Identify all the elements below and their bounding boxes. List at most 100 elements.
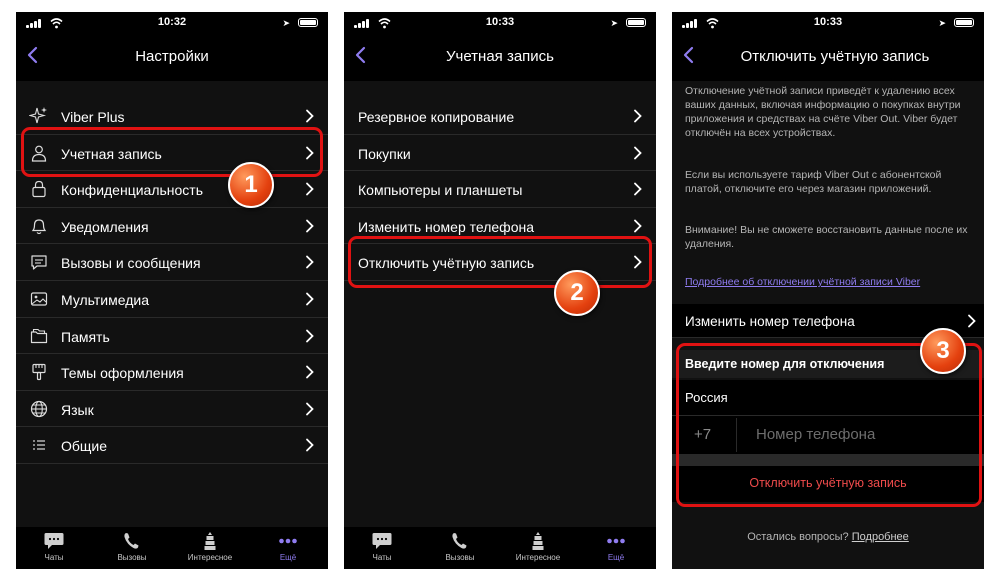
photo-icon — [30, 292, 48, 306]
settings-item-label: Мультимедиа — [61, 291, 149, 308]
chevron-right-icon — [306, 365, 314, 379]
screen-account: 10:33 ➤ Учетная запись Резервное копиров… — [344, 12, 656, 569]
tab-label: Интересное — [515, 553, 561, 562]
sparkle-icon — [29, 107, 47, 124]
chevron-right-icon — [306, 292, 314, 306]
tab-label: Вызовы — [445, 553, 475, 562]
tab-label: Ещё — [607, 553, 625, 562]
status-time: 10:32 — [157, 16, 187, 28]
step-badge-3: 3 — [920, 328, 966, 374]
tab-bar: Чаты Вызовы Интересное Ещё — [344, 527, 656, 569]
account-item-label: Изменить номер телефона — [358, 218, 534, 235]
account-item-label: Компьютеры и планшеты — [358, 182, 523, 199]
page-title: Отключить учётную запись — [740, 48, 930, 65]
settings-item-label: Уведомления — [61, 218, 149, 235]
settings-item-language[interactable]: Язык — [16, 391, 328, 428]
tab-chats[interactable]: Чаты — [24, 531, 84, 562]
account-item-label: Резервное копирование — [358, 109, 515, 125]
tab-bar: Чаты Вызовы Интересное Ещё — [16, 527, 328, 569]
change-number-label: Изменить номер телефона — [685, 314, 855, 329]
location-icon: ➤ — [282, 18, 290, 28]
chevron-right-icon — [634, 146, 642, 159]
settings-item-label: Память — [61, 328, 110, 345]
tab-chats[interactable]: Чаты — [352, 531, 412, 562]
tab-label: Интересное — [187, 553, 233, 562]
battery-icon — [954, 18, 974, 27]
phone-icon — [124, 533, 139, 549]
nav-bar: Учетная запись — [344, 34, 656, 81]
back-icon[interactable] — [22, 44, 44, 66]
status-time: 10:33 — [485, 16, 515, 28]
account-item-devices[interactable]: Компьютеры и планшеты — [344, 171, 656, 208]
settings-item-calls-messages[interactable]: Вызовы и сообщения — [16, 244, 328, 281]
chevron-right-icon — [634, 219, 642, 233]
battery-icon — [626, 18, 646, 27]
back-icon[interactable] — [350, 44, 372, 66]
questions-more-link[interactable]: Подробнее — [852, 531, 909, 543]
tab-explore[interactable]: Интересное — [180, 531, 240, 562]
settings-item-label: Вызовы и сообщения — [61, 255, 201, 272]
list-icon — [33, 440, 45, 451]
nav-bar: Настройки — [16, 34, 328, 81]
account-item-backup[interactable]: Резервное копирование — [344, 98, 656, 135]
questions-text: Остались вопросы? — [747, 531, 849, 543]
account-item-purchases[interactable]: Покупки — [344, 135, 656, 172]
settings-item-storage[interactable]: Память — [16, 318, 328, 355]
chevron-right-icon — [306, 219, 314, 233]
step-badge-1: 1 — [228, 162, 274, 208]
explore-icon — [204, 532, 216, 550]
status-bar: 10:33 ➤ — [344, 12, 656, 34]
lock-icon — [32, 181, 46, 198]
settings-item-label: Общие — [61, 438, 108, 455]
chevron-right-icon — [306, 329, 314, 342]
chevron-right-icon — [306, 109, 314, 123]
settings-item-label: Viber Plus — [61, 109, 125, 125]
tab-label: Вызовы — [117, 553, 147, 562]
status-time: 10:33 — [813, 16, 843, 28]
more-dots-icon — [607, 538, 625, 544]
chat-icon — [31, 255, 47, 270]
tab-label: Ещё — [279, 553, 297, 562]
settings-item-general[interactable]: Общие — [16, 427, 328, 464]
warning-paragraph-2: Если вы используете тариф Viber Out с аб… — [685, 169, 942, 195]
globe-icon — [30, 400, 48, 417]
chat-bubble-icon — [372, 533, 392, 549]
phone-icon — [452, 533, 467, 549]
tab-explore[interactable]: Интересное — [508, 531, 568, 562]
step-badge-2: 2 — [554, 270, 600, 316]
settings-item-notifications[interactable]: Уведомления — [16, 208, 328, 245]
account-item-label: Покупки — [358, 145, 411, 162]
tab-calls[interactable]: Вызовы — [430, 531, 490, 562]
brush-icon — [32, 364, 46, 381]
questions-footer: Остались вопросы? Подробнее — [672, 531, 984, 543]
chevron-right-icon — [306, 402, 314, 416]
highlight-frame-2 — [348, 236, 652, 288]
chevron-right-icon — [634, 182, 642, 196]
bell-icon — [31, 219, 47, 234]
nav-bar: Отключить учётную запись — [672, 34, 984, 81]
chevron-right-icon — [306, 438, 314, 452]
learn-more-link[interactable]: Подробнее об отключении учётной записи V… — [685, 276, 920, 288]
warning-paragraph-3: Внимание! Вы не сможете восстановить дан… — [685, 224, 968, 250]
tab-more[interactable]: Ещё — [258, 531, 318, 562]
explore-icon — [532, 532, 544, 550]
settings-item-multimedia[interactable]: Мультимедиа — [16, 281, 328, 318]
status-bar: 10:33 ➤ — [672, 12, 984, 34]
chevron-right-icon — [306, 255, 314, 269]
tab-more[interactable]: Ещё — [586, 531, 646, 562]
tab-calls[interactable]: Вызовы — [102, 531, 162, 562]
screen-settings: 10:32 ➤ Настройки Viber Plus Учетная зап… — [16, 12, 328, 569]
chevron-right-icon — [306, 182, 314, 196]
chevron-right-icon — [634, 109, 642, 123]
more-dots-icon — [279, 538, 297, 544]
chat-bubble-icon — [44, 533, 64, 549]
highlight-frame-1 — [21, 127, 323, 177]
location-icon: ➤ — [938, 18, 946, 28]
chevron-right-icon — [968, 314, 976, 328]
tab-label: Чаты — [44, 553, 64, 562]
settings-item-label: Конфиденциальность — [61, 182, 204, 199]
tab-label: Чаты — [372, 553, 392, 562]
settings-item-themes[interactable]: Темы оформления — [16, 354, 328, 391]
settings-item-label: Язык — [61, 401, 94, 418]
folder-icon — [30, 328, 48, 343]
